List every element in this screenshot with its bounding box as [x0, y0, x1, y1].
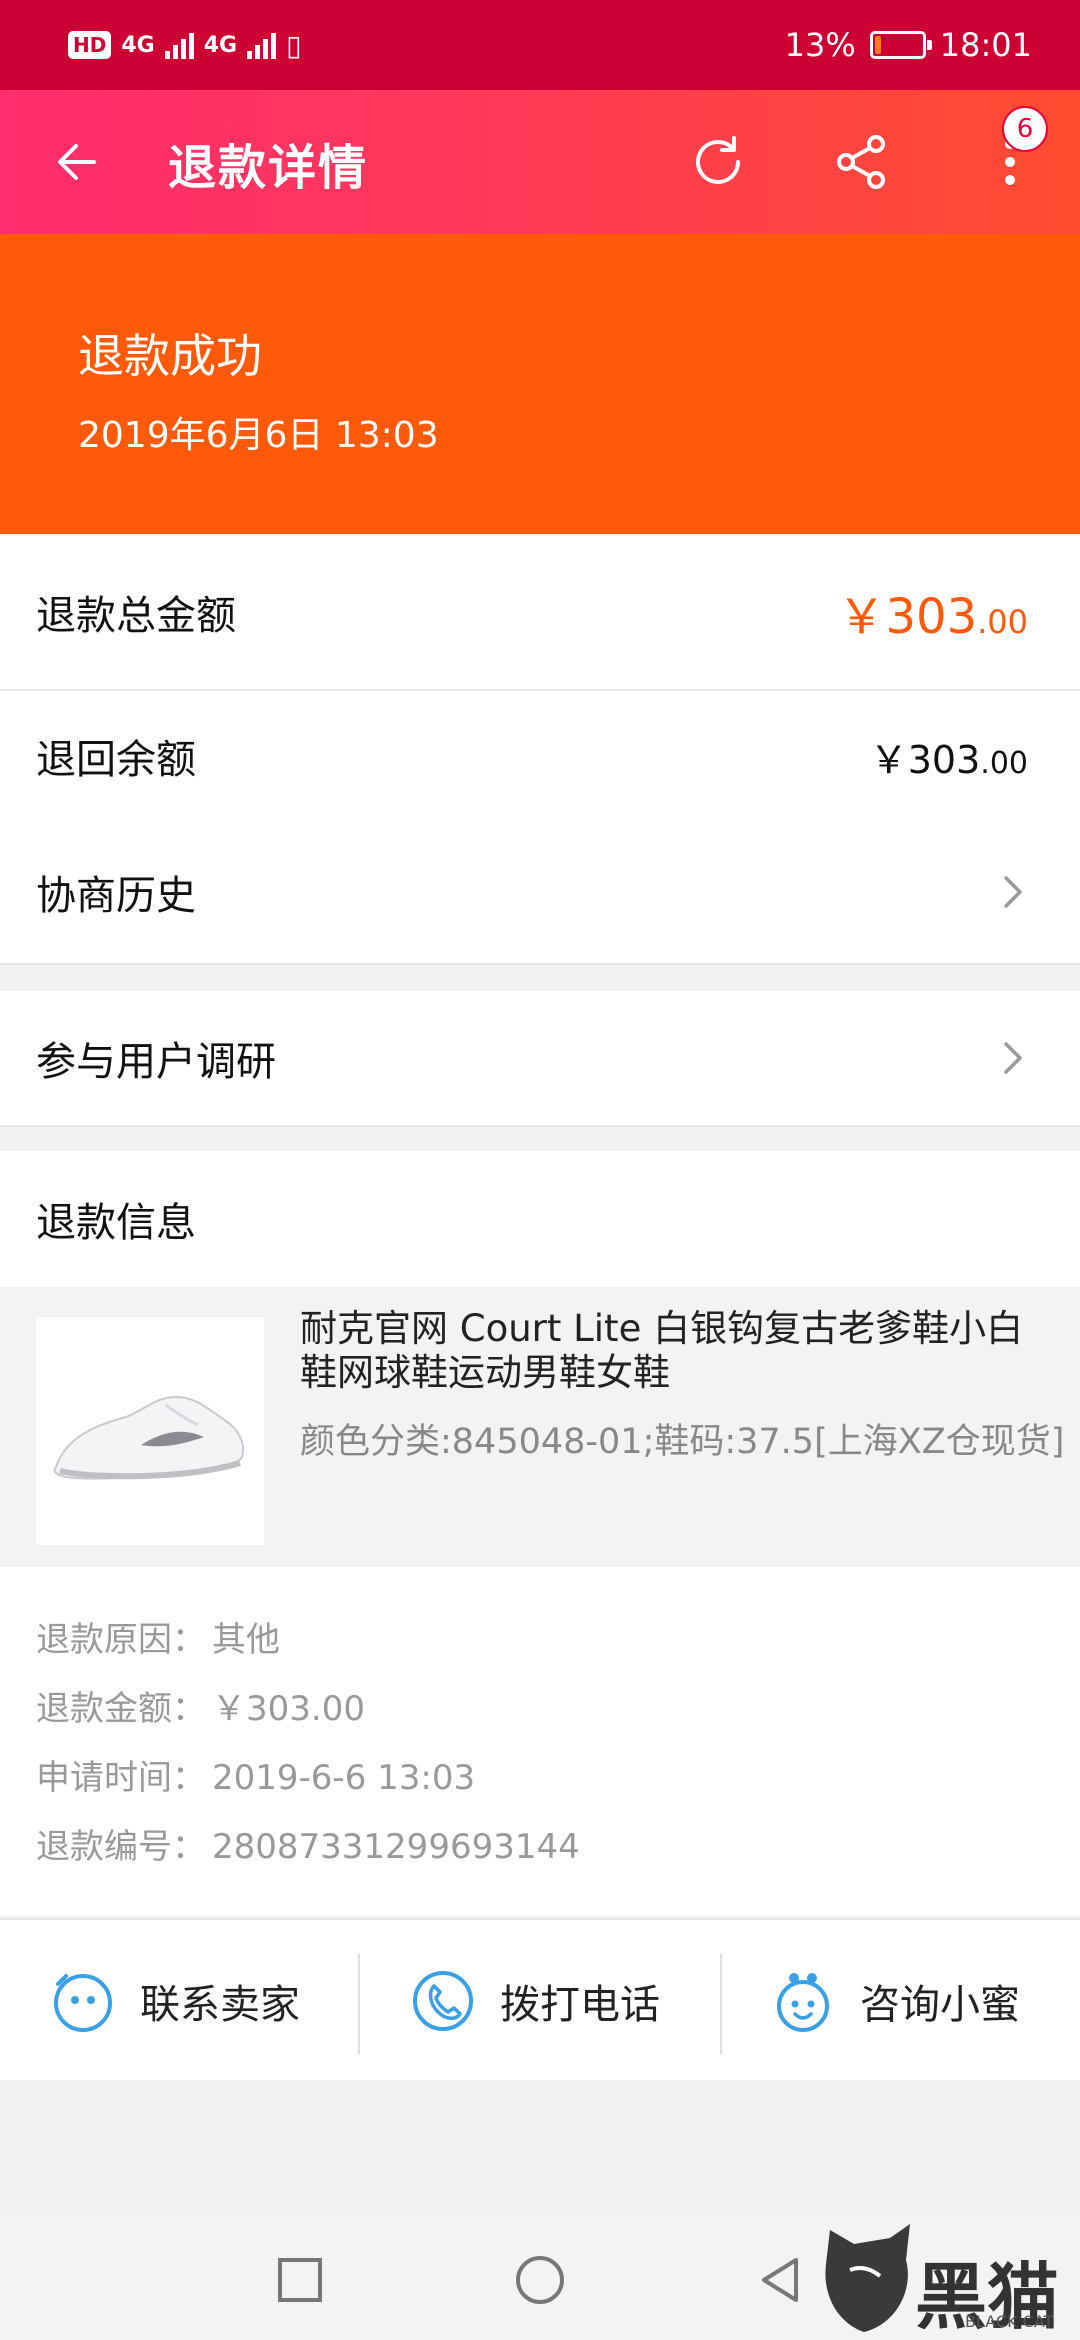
network-type-1: 4G — [121, 32, 155, 58]
detail-label: 退款编号： — [36, 1827, 206, 1867]
refund-status-text: 退款成功 — [78, 329, 262, 383]
battery-percent: 13% — [784, 26, 856, 64]
recent-apps-icon[interactable] — [272, 2252, 328, 2308]
status-right: 13% 18:01 — [785, 26, 1032, 64]
user-survey-row[interactable]: 参与用户调研 — [0, 991, 1080, 1125]
call-phone-button[interactable]: 拨打电话 — [410, 1920, 660, 2082]
signal-icon — [164, 31, 194, 59]
detail-value: 2019-6-6 13:03 — [212, 1758, 476, 1798]
refund-total-label: 退款总金额 — [36, 592, 236, 639]
refund-status-time: 2019年6月6日 13:03 — [78, 415, 439, 456]
call-phone-label: 拨打电话 — [500, 1982, 660, 2028]
detail-label: 退款原因： — [36, 1620, 206, 1660]
status-left: HD 4G 4G ▯ — [68, 29, 302, 62]
refund-total-amount: ￥303.00 — [837, 577, 1028, 647]
chat-face-icon — [54, 1974, 112, 2032]
vibrate-icon: ▯ — [286, 28, 302, 62]
app-header: 退款详情 — [0, 90, 1080, 234]
refund-number: 退款编号： 28087331299693144 — [36, 1819, 580, 1868]
hd-badge: HD — [68, 31, 112, 59]
product-image — [36, 1317, 264, 1545]
chevron-right-icon — [1004, 1042, 1022, 1074]
refund-balance-card: 退回余额 ￥303.00 协商历史 — [0, 691, 1080, 963]
apply-time: 申请时间： 2019-6-6 13:03 — [36, 1750, 475, 1799]
detail-label: 退款金额： — [36, 1689, 206, 1729]
negotiation-history-label: 协商历史 — [36, 873, 196, 919]
back-arrow-icon[interactable] — [50, 130, 114, 194]
consult-assistant-button[interactable]: 咨询小蜜 — [770, 1920, 1020, 2082]
user-survey-label: 参与用户调研 — [36, 1039, 276, 1085]
clock: 18:01 — [939, 26, 1032, 64]
action-bar: 联系卖家 拨打电话 咨询小蜜 — [0, 1918, 1080, 2080]
detail-label: 申请时间： — [36, 1758, 206, 1798]
refund-reason: 退款原因： 其他 — [36, 1612, 280, 1661]
refund-total-currency: ￥ — [837, 588, 886, 645]
contact-seller-button[interactable]: 联系卖家 — [50, 1920, 300, 2082]
share-icon[interactable] — [826, 126, 898, 198]
home-icon[interactable] — [512, 2252, 568, 2308]
product-item[interactable]: 耐克官网 Court Lite 白银钩复古老爹鞋小白鞋网球鞋运动男鞋女鞋 颜色分… — [0, 1287, 1080, 1567]
refresh-icon[interactable] — [682, 126, 754, 198]
refund-total-int: 303 — [885, 588, 978, 645]
detail-value: ￥303.00 — [212, 1689, 365, 1729]
refund-info-heading: 退款信息 — [36, 1200, 196, 1246]
battery-fill — [874, 36, 881, 54]
assistant-bee-icon — [777, 1973, 829, 2032]
refund-total-row: 退款总金额 ￥303.00 — [0, 534, 1080, 689]
refund-balance-dec: .00 — [980, 745, 1028, 781]
refund-balance-int: 303 — [907, 737, 981, 782]
refund-balance-label: 退回余额 — [36, 737, 196, 783]
refund-info-heading-row: 退款信息 — [0, 1151, 1080, 1287]
signal-icon-2 — [247, 31, 277, 59]
detail-value: 28087331299693144 — [212, 1827, 580, 1867]
product-spec: 颜色分类:845048-01;鞋码:37.5[上海XZ仓现货] — [300, 1422, 1065, 1462]
refund-amount-detail: 退款金额： ￥303.00 — [36, 1681, 365, 1730]
watermark-subtext: BLACK CAT — [965, 2312, 1054, 2331]
network-type-2: 4G — [203, 32, 238, 58]
chevron-right-icon — [1004, 876, 1022, 908]
user-survey-card: 参与用户调研 — [0, 991, 1080, 1125]
contact-seller-label: 联系卖家 — [140, 1982, 300, 2028]
back-icon[interactable] — [752, 2252, 808, 2308]
status-bar: HD 4G 4G ▯ 13% 18:01 — [0, 0, 1080, 90]
page-title: 退款详情 — [168, 140, 369, 196]
divider — [0, 963, 1080, 965]
detail-value: 其他 — [212, 1620, 280, 1660]
refund-balance-amount: ￥303.00 — [870, 729, 1028, 784]
refund-total-card: 退款总金额 ￥303.00 — [0, 534, 1080, 689]
refund-total-dec: .00 — [977, 602, 1028, 641]
battery-icon — [869, 31, 932, 59]
phone-icon — [413, 1971, 473, 2031]
notification-badge: 6 — [1002, 106, 1048, 152]
negotiation-history-row[interactable]: 协商历史 — [0, 821, 1080, 963]
product-title: 耐克官网 Court Lite 白银钩复古老爹鞋小白鞋网球鞋运动男鞋女鞋 — [300, 1307, 1024, 1394]
divider — [0, 1125, 1080, 1127]
refund-balance-currency: ￥ — [869, 737, 908, 782]
consult-assistant-label: 咨询小蜜 — [860, 1982, 1020, 2028]
refund-status-banner: 退款成功 2019年6月6日 13:03 — [0, 234, 1080, 534]
separator — [720, 1954, 722, 2054]
separator — [358, 1954, 360, 2054]
refund-balance-row: 退回余额 ￥303.00 — [0, 691, 1080, 821]
